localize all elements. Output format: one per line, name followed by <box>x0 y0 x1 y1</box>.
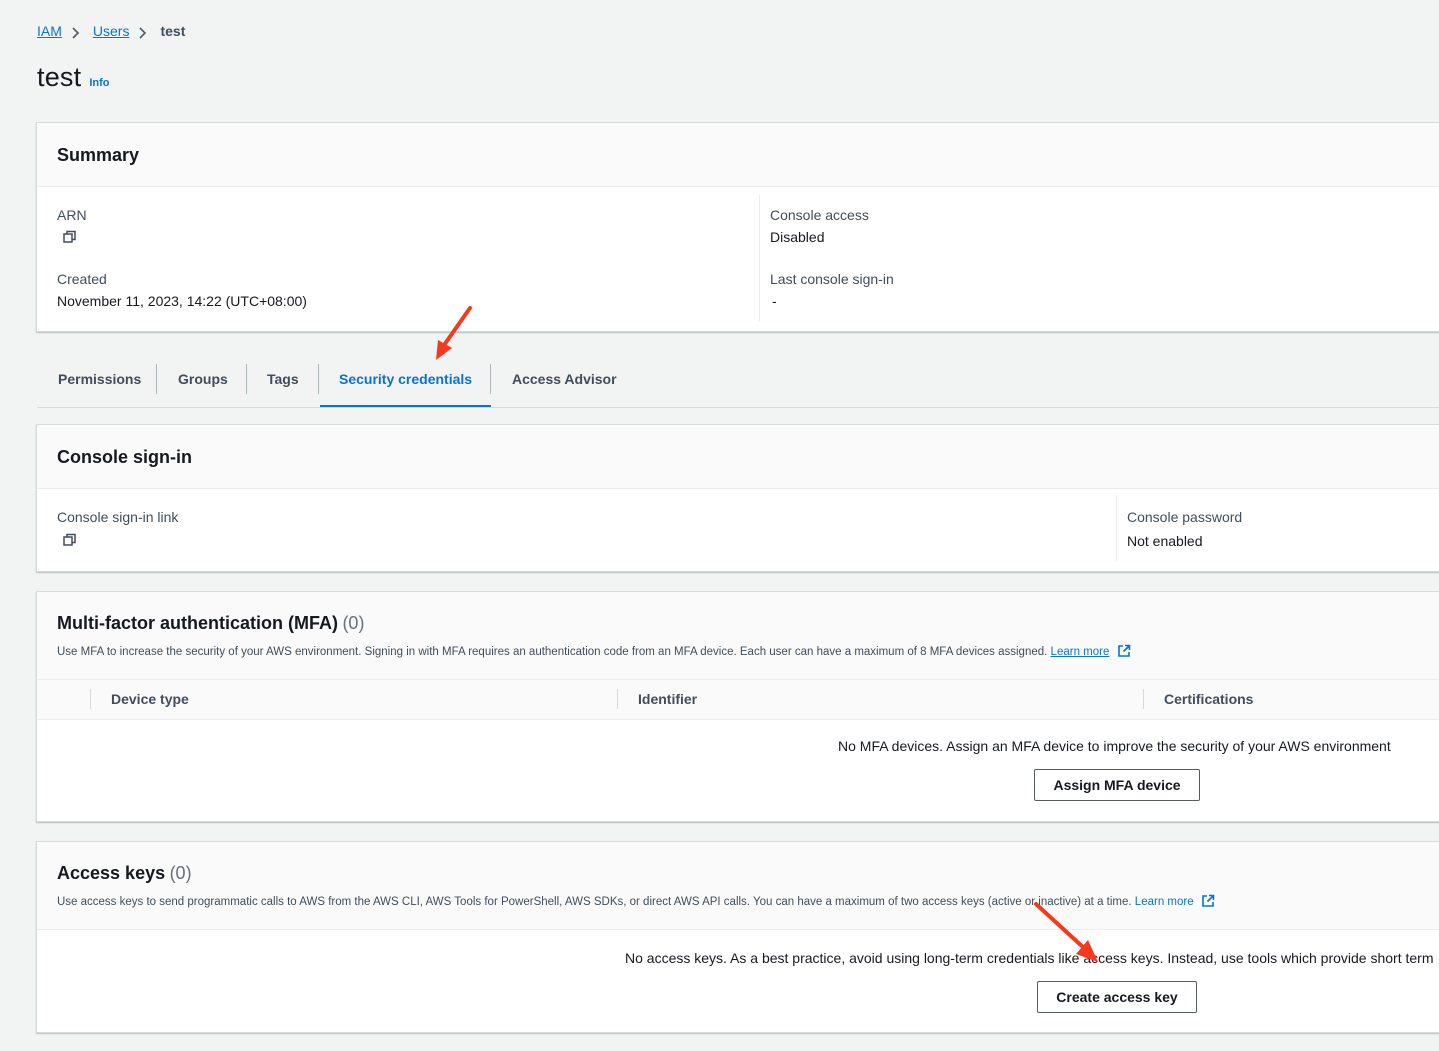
access-keys-learn-more-link[interactable]: Learn more <box>1135 896 1194 908</box>
access-keys-count: (0) <box>169 863 192 883</box>
console-password-label: Console password <box>1127 509 1243 525</box>
column-divider <box>617 689 618 709</box>
created-value: November 11, 2023, 14:22 (UTC+08:00) <box>57 293 307 309</box>
last-signin-label: Last console sign-in <box>770 271 894 287</box>
mfa-description: Use MFA to increase the security of your… <box>57 644 1131 661</box>
column-divider <box>759 195 760 321</box>
console-password-value: Not enabled <box>1127 533 1203 549</box>
access-keys-title: Access keys <box>57 863 166 883</box>
mfa-table-header: Device type Identifier Certifications <box>37 679 1439 720</box>
mfa-learn-more-link[interactable]: Learn more <box>1051 646 1110 658</box>
column-divider <box>1116 495 1117 561</box>
tab-bar: Permissions Groups Tags Security credent… <box>37 352 1439 408</box>
console-access-label: Console access <box>770 207 869 223</box>
access-keys-panel: Access keys (0) Use access keys to send … <box>36 841 1439 1033</box>
console-signin-header: Console sign-in <box>37 425 1439 489</box>
external-link-icon[interactable] <box>1201 894 1215 911</box>
breadcrumb-current: test <box>160 23 186 39</box>
summary-panel: Summary ARN Created November 11, 2023, 1… <box>36 122 1439 332</box>
mfa-empty-message: No MFA devices. Assign an MFA device to … <box>838 738 1391 754</box>
access-keys-header: Access keys (0) Use access keys to send … <box>37 842 1439 930</box>
column-divider <box>90 689 91 709</box>
last-signin-value: - <box>772 293 777 309</box>
console-access-value: Disabled <box>770 229 825 245</box>
mfa-heading: Multi-factor authentication (MFA) (0) <box>57 613 364 634</box>
mfa-panel: Multi-factor authentication (MFA) (0) Us… <box>36 591 1439 822</box>
info-link[interactable]: Info <box>89 77 109 89</box>
breadcrumb: IAM Users test <box>37 22 185 40</box>
tab-divider <box>490 364 491 394</box>
console-signin-link-label: Console sign-in link <box>57 509 179 525</box>
column-divider <box>1143 689 1144 709</box>
access-keys-description-text: Use access keys to send programmatic cal… <box>57 896 1132 908</box>
column-identifier[interactable]: Identifier <box>638 691 697 707</box>
mfa-title: Multi-factor authentication (MFA) <box>57 613 338 633</box>
tab-divider <box>246 364 247 394</box>
tab-divider <box>318 364 319 394</box>
access-keys-empty-message: No access keys. As a best practice, avoi… <box>625 950 1434 966</box>
created-label: Created <box>57 271 107 287</box>
tab-divider <box>156 364 157 394</box>
chevron-right-icon <box>71 26 80 39</box>
access-keys-heading: Access keys (0) <box>57 863 192 884</box>
column-device-type[interactable]: Device type <box>111 691 189 707</box>
access-keys-description: Use access keys to send programmatic cal… <box>57 894 1215 911</box>
tab-access-advisor[interactable]: Access Advisor <box>512 352 617 406</box>
tab-permissions[interactable]: Permissions <box>58 352 141 406</box>
breadcrumb-users-link[interactable]: Users <box>93 23 130 39</box>
assign-mfa-device-button[interactable]: Assign MFA device <box>1034 769 1200 801</box>
page-title: test <box>37 62 82 92</box>
mfa-header: Multi-factor authentication (MFA) (0) Us… <box>37 592 1439 679</box>
chevron-right-icon <box>138 26 147 39</box>
tab-groups[interactable]: Groups <box>178 352 228 406</box>
copy-icon[interactable] <box>63 230 77 244</box>
breadcrumb-iam-link[interactable]: IAM <box>37 23 62 39</box>
arn-label: ARN <box>57 207 87 223</box>
console-signin-panel: Console sign-in Console sign-in link Con… <box>36 424 1439 572</box>
page-header: test Info <box>37 62 110 93</box>
summary-header: Summary <box>37 123 1439 187</box>
tab-security-credentials[interactable]: Security credentials <box>320 352 492 407</box>
create-access-key-button[interactable]: Create access key <box>1037 981 1197 1013</box>
column-certifications[interactable]: Certifications <box>1164 691 1253 707</box>
console-signin-title: Console sign-in <box>57 447 192 467</box>
mfa-count: (0) <box>342 613 365 633</box>
copy-icon[interactable] <box>63 533 77 547</box>
mfa-description-text: Use MFA to increase the security of your… <box>57 646 1048 658</box>
summary-title: Summary <box>57 145 140 165</box>
external-link-icon[interactable] <box>1117 644 1131 661</box>
tab-tags[interactable]: Tags <box>267 352 299 406</box>
